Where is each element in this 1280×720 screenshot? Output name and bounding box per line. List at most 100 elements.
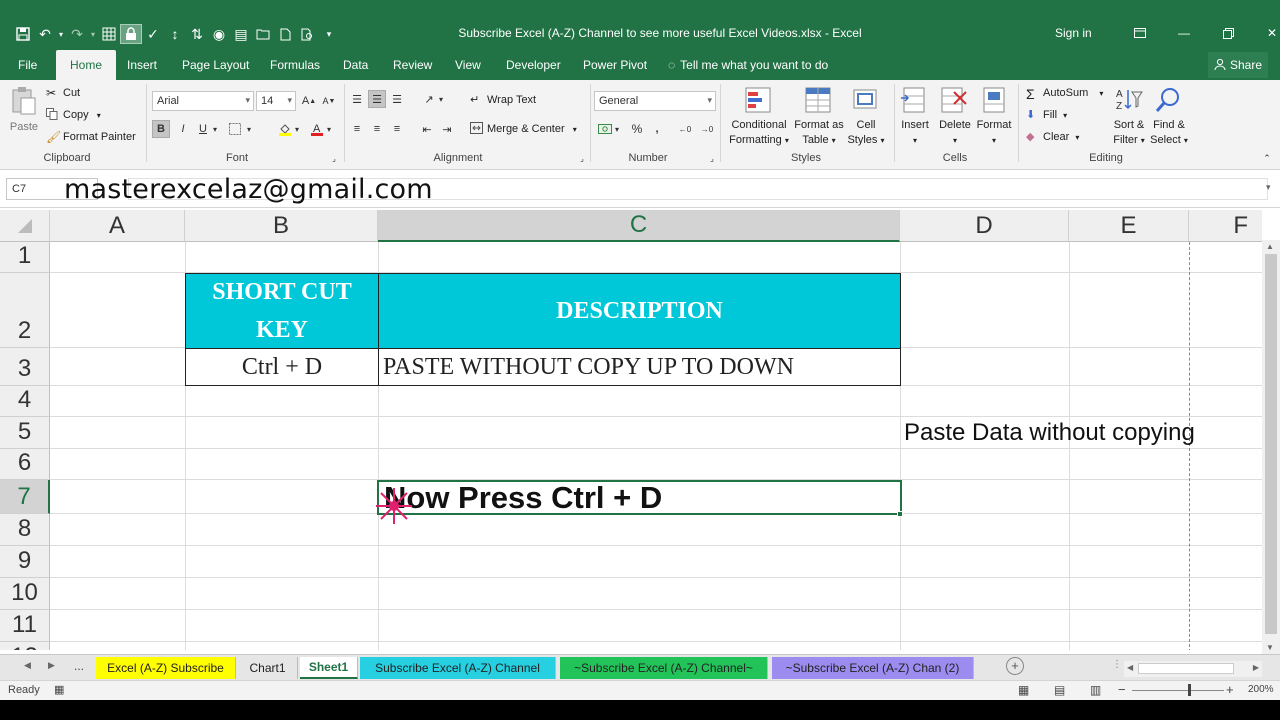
font-color-dropdown-icon[interactable]: ▾ bbox=[324, 120, 334, 138]
cell-styles-label[interactable]: Cell Styles ▾ bbox=[844, 118, 888, 148]
tab-file[interactable]: File bbox=[18, 58, 37, 72]
redo-icon[interactable]: ↷ bbox=[66, 24, 88, 44]
sort-ascending-icon[interactable]: ↕ bbox=[164, 24, 186, 44]
borders-dropdown-icon[interactable]: ▾ bbox=[244, 120, 254, 138]
underline-dropdown-icon[interactable]: ▾ bbox=[210, 120, 220, 138]
copy-button[interactable]: Copy ▾ bbox=[46, 108, 101, 122]
decrease-decimal-icon[interactable]: →0 bbox=[698, 120, 716, 138]
tab-splitter-icon[interactable]: ⋮ bbox=[1112, 659, 1122, 670]
sheet-tab-subscribe-channel[interactable]: Subscribe Excel (A-Z) Channel bbox=[360, 657, 556, 679]
lock-icon[interactable] bbox=[120, 24, 142, 44]
chevron-down-icon[interactable]: ▾ bbox=[287, 95, 292, 106]
currency-dropdown-icon[interactable]: ▾ bbox=[612, 120, 622, 138]
orientation-dropdown-icon[interactable]: ▾ bbox=[436, 90, 446, 108]
font-name-input[interactable]: Arial ▾ bbox=[152, 91, 254, 111]
add-sheet-icon[interactable]: + bbox=[1006, 657, 1024, 675]
format-cells-icon[interactable] bbox=[980, 86, 1010, 114]
column-header-e[interactable]: E bbox=[1069, 210, 1189, 242]
sheet-tab-sheet1[interactable]: Sheet1 bbox=[300, 657, 358, 679]
align-bottom-icon[interactable]: ☰ bbox=[388, 90, 406, 108]
scroll-down-icon[interactable]: ▼ bbox=[1266, 643, 1274, 652]
delete-cells-icon[interactable] bbox=[940, 86, 970, 114]
format-as-table-label[interactable]: Format as Table ▾ bbox=[790, 118, 848, 148]
collapse-ribbon-icon[interactable]: ⌃ bbox=[1260, 152, 1274, 164]
tab-insert[interactable]: Insert bbox=[127, 58, 157, 72]
cell-c2[interactable]: DESCRIPTION bbox=[378, 273, 901, 349]
share-button[interactable]: Share bbox=[1208, 52, 1268, 78]
page-break-view-icon[interactable]: ▥ bbox=[1090, 683, 1101, 697]
row-header-8[interactable]: 8 bbox=[0, 514, 50, 546]
select-all-corner[interactable] bbox=[0, 210, 50, 242]
row-header-1[interactable]: 1 bbox=[0, 242, 50, 273]
paste-label[interactable]: Paste bbox=[8, 120, 40, 135]
align-right-icon[interactable]: ≡ bbox=[388, 120, 406, 138]
format-painter-button[interactable]: 🖌 Format Painter bbox=[46, 130, 136, 144]
customize-toolbar-icon[interactable]: ▾ bbox=[318, 24, 340, 44]
insert-cells-label[interactable]: Insert ▾ bbox=[896, 118, 934, 148]
increase-decimal-icon[interactable]: ←0 bbox=[676, 120, 694, 138]
print-preview-icon[interactable] bbox=[296, 24, 318, 44]
row-header-11[interactable]: 11 bbox=[0, 610, 50, 642]
increase-indent-icon[interactable]: ⇥ bbox=[438, 120, 456, 138]
italic-button[interactable]: I bbox=[174, 120, 192, 138]
ribbon-display-icon[interactable] bbox=[1118, 22, 1162, 44]
clear-button[interactable]: ◆ Clear ▾ bbox=[1026, 130, 1079, 144]
merge-dropdown-icon[interactable]: ▾ bbox=[573, 125, 577, 134]
cell-c3[interactable]: PASTE WITHOUT COPY UP TO DOWN bbox=[378, 348, 901, 386]
horizontal-scrollbar[interactable]: ◀ ▶ bbox=[1124, 661, 1262, 677]
fill-dropdown-icon[interactable]: ▾ bbox=[1063, 111, 1067, 120]
bold-button[interactable]: B bbox=[152, 120, 170, 138]
cell-b2[interactable]: SHORT CUT KEY bbox=[185, 273, 379, 349]
align-left-icon[interactable]: ≡ bbox=[348, 120, 366, 138]
conditional-formatting-label[interactable]: Conditional Formatting ▾ bbox=[724, 118, 794, 148]
cut-button[interactable]: ✂ Cut bbox=[46, 86, 80, 100]
copy-dropdown-icon[interactable]: ▾ bbox=[97, 111, 101, 120]
close-icon[interactable]: ✕ bbox=[1250, 22, 1280, 44]
wrap-text-button[interactable]: ↵ Wrap Text bbox=[470, 93, 536, 107]
merge-center-button[interactable]: Merge & Center ▾ bbox=[470, 122, 577, 136]
clear-dropdown-icon[interactable]: ▾ bbox=[1075, 133, 1079, 142]
format-cells-label[interactable]: Format ▾ bbox=[974, 118, 1014, 148]
expand-formula-icon[interactable]: ▾ bbox=[1266, 182, 1271, 193]
delete-cells-label[interactable]: Delete ▾ bbox=[936, 118, 974, 148]
dialog-launcher-icon[interactable]: ⌟ bbox=[576, 152, 588, 164]
more-sheets-button[interactable]: ... bbox=[74, 659, 84, 673]
tab-data[interactable]: Data bbox=[343, 58, 368, 72]
tab-formulas[interactable]: Formulas bbox=[270, 58, 320, 72]
sheet-tab-subscribe-chan-2[interactable]: ~Subscribe Excel (A-Z) Chan (2) bbox=[772, 657, 974, 679]
row-header-12[interactable]: 12 bbox=[0, 642, 50, 650]
redo-dropdown-icon[interactable]: ▾ bbox=[88, 24, 98, 44]
macro-record-icon[interactable]: ▦ bbox=[54, 683, 64, 696]
cell-b3[interactable]: Ctrl + D bbox=[185, 348, 379, 386]
scroll-up-icon[interactable]: ▲ bbox=[1266, 242, 1274, 251]
borders-icon[interactable] bbox=[226, 120, 244, 138]
undo-dropdown-icon[interactable]: ▾ bbox=[56, 24, 66, 44]
fill-handle[interactable] bbox=[897, 511, 903, 517]
column-header-d[interactable]: D bbox=[900, 210, 1069, 242]
column-header-b[interactable]: B bbox=[185, 210, 378, 242]
dialog-launcher-icon[interactable]: ⌟ bbox=[706, 152, 718, 164]
cell-c7[interactable]: Now Press Ctrl + D bbox=[380, 480, 900, 515]
scroll-right-icon[interactable]: ▶ bbox=[1253, 663, 1259, 672]
row-header-10[interactable]: 10 bbox=[0, 578, 50, 610]
minimize-icon[interactable]: — bbox=[1162, 22, 1206, 44]
scroll-thumb[interactable] bbox=[1138, 663, 1234, 674]
sheet-tab-chart1[interactable]: Chart1 bbox=[238, 657, 298, 679]
vertical-scrollbar[interactable]: ▲ ▼ bbox=[1262, 240, 1280, 654]
column-header-c[interactable]: C bbox=[378, 210, 900, 242]
column-header-f[interactable]: F bbox=[1189, 210, 1262, 242]
table-icon[interactable] bbox=[98, 24, 120, 44]
row-header-2[interactable]: 2 bbox=[0, 273, 50, 348]
row-header-9[interactable]: 9 bbox=[0, 546, 50, 578]
next-sheet-icon[interactable]: ▶ bbox=[48, 660, 55, 671]
zoom-slider-thumb[interactable] bbox=[1188, 684, 1191, 696]
tab-power-pivot[interactable]: Power Pivot bbox=[583, 58, 647, 72]
percent-button[interactable]: % bbox=[628, 120, 646, 138]
row-header-6[interactable]: 6 bbox=[0, 449, 50, 480]
comma-button[interactable]: , bbox=[648, 120, 666, 138]
zoom-out-icon[interactable]: − bbox=[1118, 682, 1126, 697]
align-top-icon[interactable]: ☰ bbox=[348, 90, 366, 108]
tab-developer[interactable]: Developer bbox=[506, 58, 561, 72]
print-icon[interactable]: ▤ bbox=[230, 24, 252, 44]
new-document-icon[interactable] bbox=[274, 24, 296, 44]
